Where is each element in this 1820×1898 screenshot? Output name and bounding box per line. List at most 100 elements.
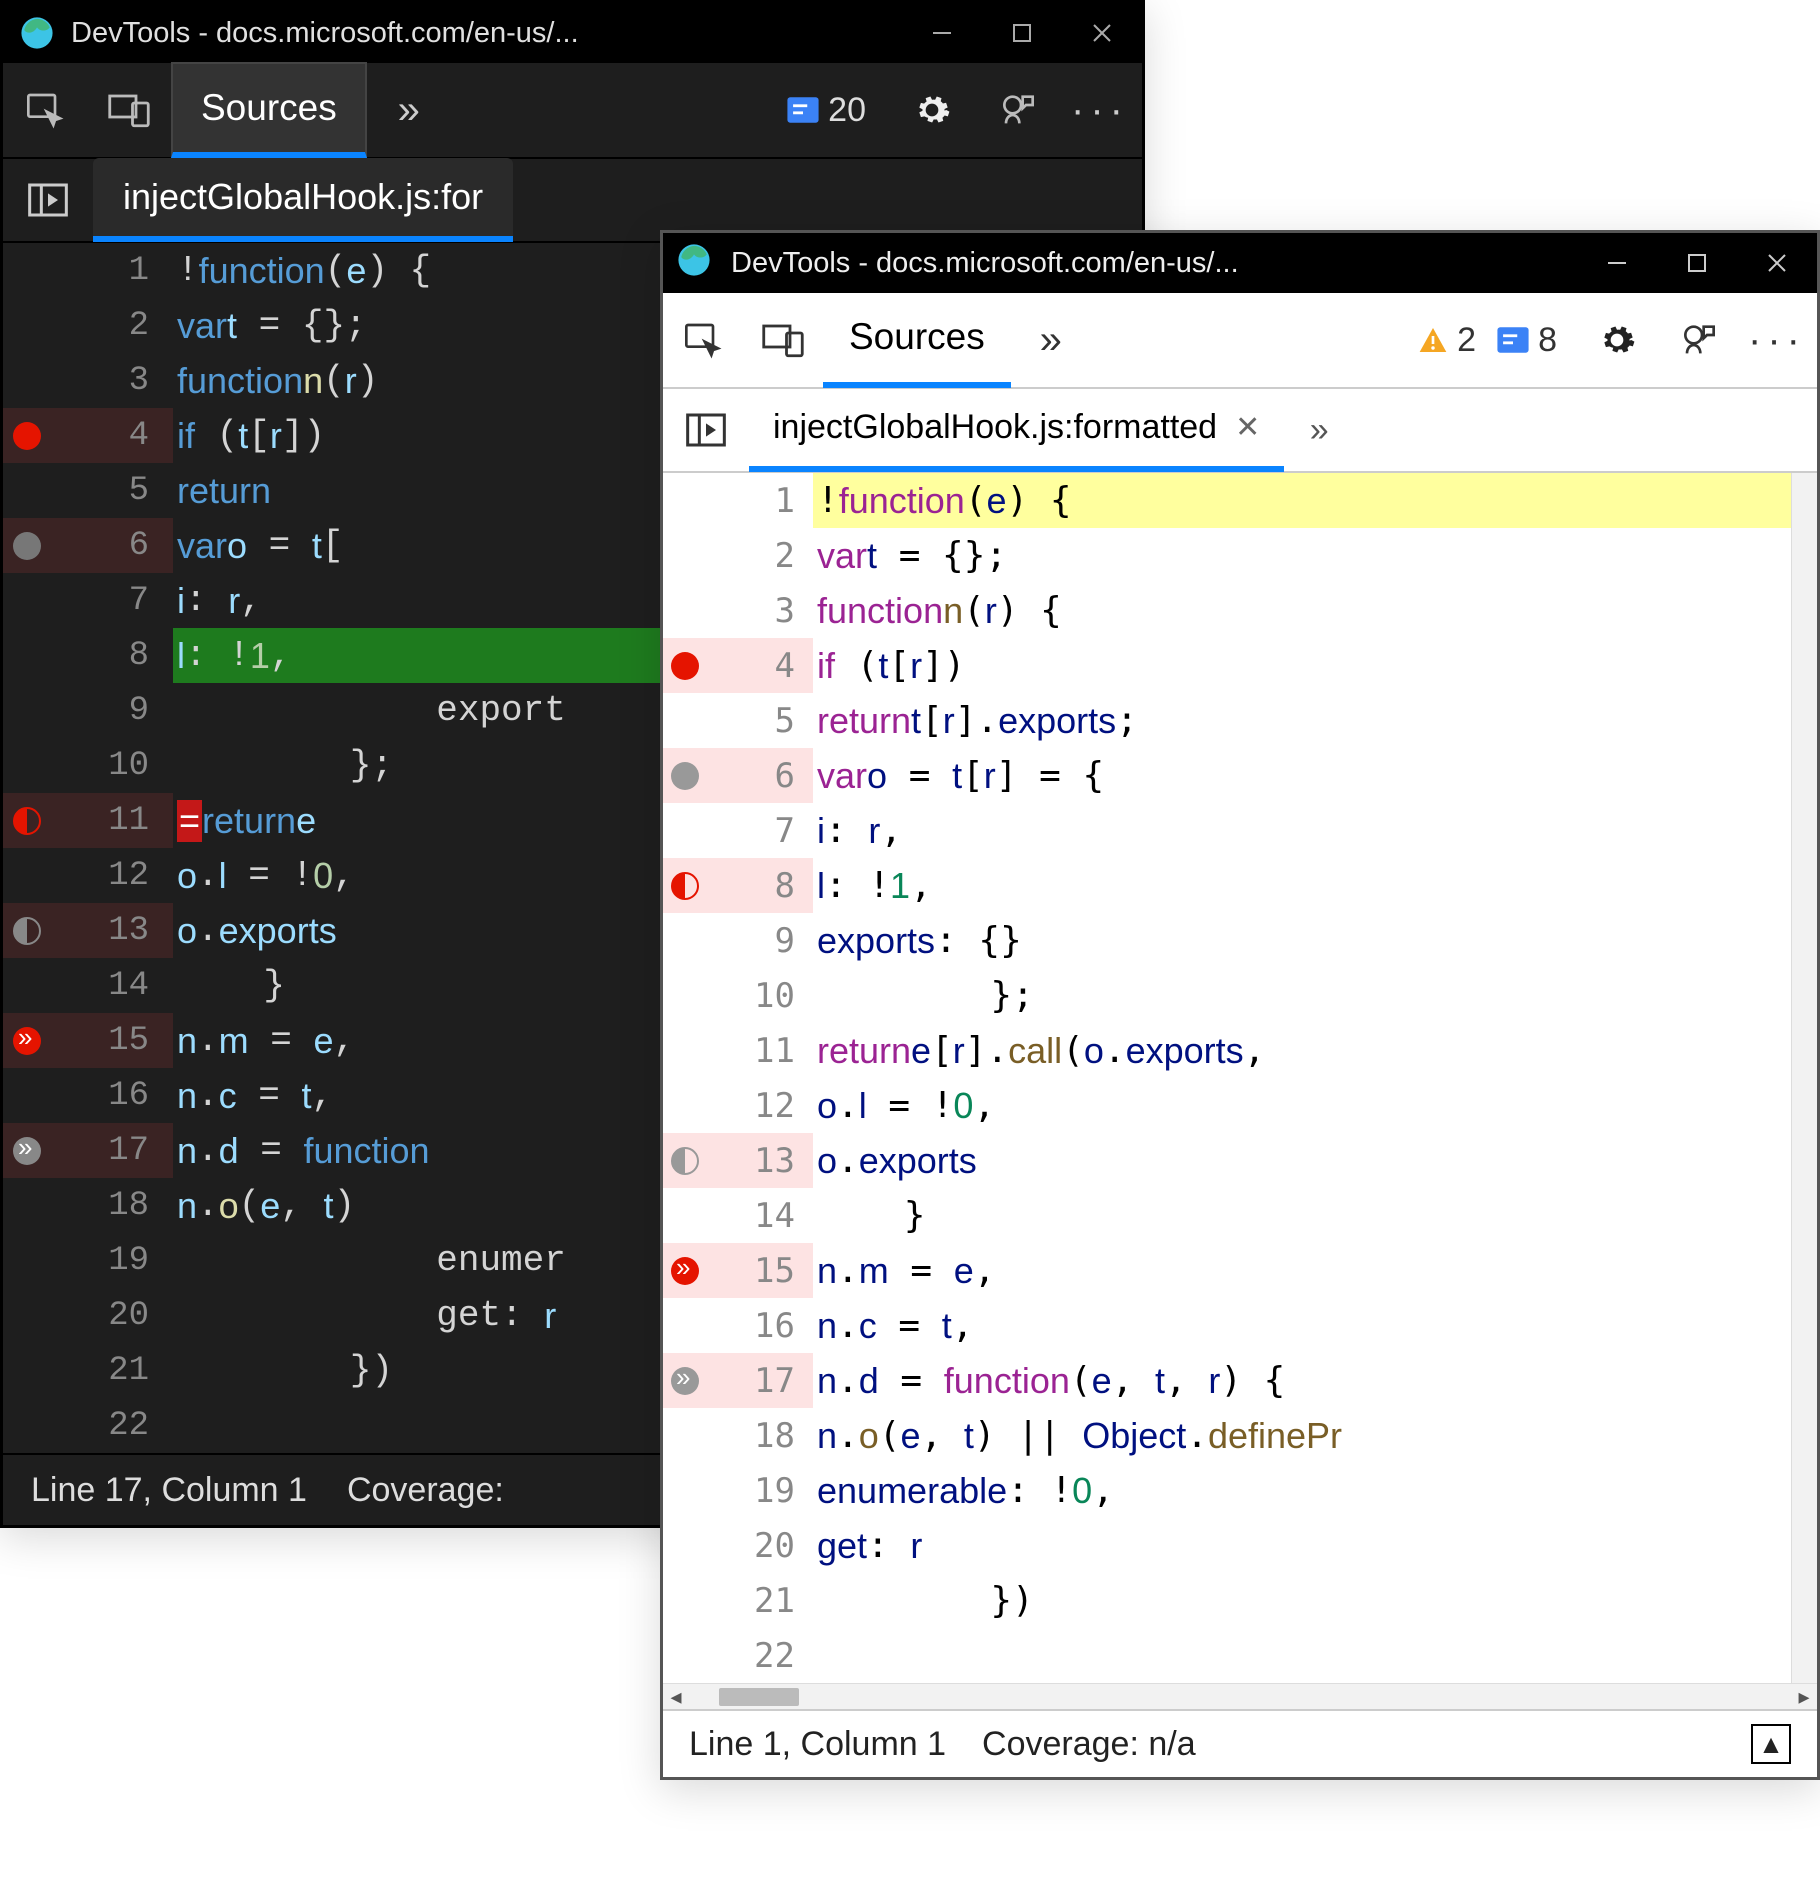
code-line[interactable]: n.c = t,: [813, 1298, 1791, 1353]
sources-tab[interactable]: Sources: [823, 292, 1011, 388]
line-number[interactable]: 14: [3, 958, 173, 1013]
close-button[interactable]: [1737, 233, 1817, 293]
titlebar[interactable]: DevTools - docs.microsoft.com/en-us/...: [3, 3, 1142, 63]
line-number[interactable]: 12: [3, 848, 173, 903]
line-number[interactable]: 18: [663, 1408, 813, 1463]
breakpoint-marker[interactable]: [671, 1147, 699, 1175]
code-line[interactable]: i: r,: [813, 803, 1791, 858]
line-number[interactable]: 5: [3, 463, 173, 518]
code-line[interactable]: o.l = !0,: [813, 1078, 1791, 1133]
line-number[interactable]: 1: [3, 243, 173, 298]
line-number[interactable]: 9: [663, 913, 813, 968]
code-line[interactable]: if (t[r]): [813, 638, 1791, 693]
scroll-right-icon[interactable]: ▸: [1791, 1684, 1817, 1710]
navigator-toggle-icon[interactable]: [3, 158, 93, 242]
breakpoint-marker[interactable]: [13, 532, 41, 560]
code-line[interactable]: l: !1,: [813, 858, 1791, 913]
line-number[interactable]: 2: [3, 298, 173, 353]
code-line[interactable]: n.m = e,: [813, 1243, 1791, 1298]
more-file-tabs-icon[interactable]: »: [1284, 411, 1354, 450]
code-line[interactable]: return t[r].exports;: [813, 693, 1791, 748]
line-number[interactable]: 3: [663, 583, 813, 638]
code-area[interactable]: !function(e) { var t = {}; function n(r)…: [813, 473, 1791, 1683]
line-number[interactable]: 10: [663, 968, 813, 1023]
warnings-counter[interactable]: 2: [1417, 321, 1476, 360]
breakpoint-marker[interactable]: [671, 652, 699, 680]
code-line[interactable]: n.o(e, t) || Object.definePr: [813, 1408, 1791, 1463]
line-number[interactable]: 17: [663, 1353, 813, 1408]
code-line[interactable]: var o = t[r] = {: [813, 748, 1791, 803]
more-tabs-icon[interactable]: »: [1011, 292, 1091, 388]
breakpoint-marker[interactable]: [13, 422, 41, 450]
close-tab-icon[interactable]: ✕: [1235, 410, 1260, 445]
line-number[interactable]: 16: [663, 1298, 813, 1353]
line-gutter[interactable]: 12345678910111213141516171819202122: [3, 243, 173, 1453]
line-number[interactable]: 13: [663, 1133, 813, 1188]
sources-tab[interactable]: Sources: [171, 62, 367, 158]
code-line[interactable]: enumerable: !0,: [813, 1463, 1791, 1518]
breakpoint-marker[interactable]: [671, 1257, 699, 1285]
line-number[interactable]: 19: [663, 1463, 813, 1518]
file-tab[interactable]: injectGlobalHook.js:for: [93, 158, 513, 242]
inspect-element-icon[interactable]: [663, 292, 743, 388]
line-number[interactable]: 2: [663, 528, 813, 583]
line-number[interactable]: 1: [663, 473, 813, 528]
line-number[interactable]: 5: [663, 693, 813, 748]
code-line[interactable]: }: [813, 1188, 1791, 1243]
issues-counter[interactable]: 8: [1496, 321, 1557, 360]
breakpoint-marker[interactable]: [671, 872, 699, 900]
settings-gear-icon[interactable]: [890, 62, 974, 158]
more-tabs-icon[interactable]: »: [367, 62, 451, 158]
line-gutter[interactable]: 12345678910111213141516171819202122: [663, 473, 813, 1683]
navigator-toggle-icon[interactable]: [663, 388, 749, 472]
feedback-icon[interactable]: [974, 62, 1058, 158]
feedback-icon[interactable]: [1657, 292, 1737, 388]
code-line[interactable]: };: [813, 968, 1791, 1023]
line-number[interactable]: 15: [3, 1013, 173, 1068]
code-editor[interactable]: 12345678910111213141516171819202122 !fun…: [663, 473, 1817, 1683]
breakpoint-marker[interactable]: [13, 807, 41, 835]
file-tab[interactable]: injectGlobalHook.js:formatted ✕: [749, 388, 1284, 472]
line-number[interactable]: 11: [663, 1023, 813, 1078]
breakpoint-marker[interactable]: [13, 1027, 41, 1055]
line-number[interactable]: 21: [3, 1343, 173, 1398]
horizontal-scrollbar[interactable]: ◂ ▸: [663, 1683, 1817, 1709]
line-number[interactable]: 8: [3, 628, 173, 683]
breakpoint-marker[interactable]: [671, 762, 699, 790]
device-toolbar-icon[interactable]: [743, 292, 823, 388]
code-line[interactable]: var t = {};: [813, 528, 1791, 583]
line-number[interactable]: 7: [663, 803, 813, 858]
inspect-element-icon[interactable]: [3, 62, 87, 158]
maximize-button[interactable]: [982, 3, 1062, 63]
settings-gear-icon[interactable]: [1577, 292, 1657, 388]
minimize-button[interactable]: [902, 3, 982, 63]
line-number[interactable]: 18: [3, 1178, 173, 1233]
drawer-toggle-icon[interactable]: ▲: [1751, 1724, 1791, 1764]
line-number[interactable]: 19: [3, 1233, 173, 1288]
line-number[interactable]: 11: [3, 793, 173, 848]
minimize-button[interactable]: [1577, 233, 1657, 293]
line-number[interactable]: 21: [663, 1573, 813, 1628]
line-number[interactable]: 17: [3, 1123, 173, 1178]
code-line[interactable]: [813, 1628, 1791, 1683]
breakpoint-marker[interactable]: [671, 1367, 699, 1395]
device-toolbar-icon[interactable]: [87, 62, 171, 158]
code-line[interactable]: o.exports: [813, 1133, 1791, 1188]
line-number[interactable]: 12: [663, 1078, 813, 1133]
code-line[interactable]: exports: {}: [813, 913, 1791, 968]
line-number[interactable]: 22: [663, 1628, 813, 1683]
line-number[interactable]: 13: [3, 903, 173, 958]
maximize-button[interactable]: [1657, 233, 1737, 293]
line-number[interactable]: 14: [663, 1188, 813, 1243]
code-line[interactable]: }): [813, 1573, 1791, 1628]
line-number[interactable]: 10: [3, 738, 173, 793]
line-number[interactable]: 3: [3, 353, 173, 408]
code-line[interactable]: get: r: [813, 1518, 1791, 1573]
code-line[interactable]: function n(r) {: [813, 583, 1791, 638]
line-number[interactable]: 20: [3, 1288, 173, 1343]
line-number[interactable]: 4: [3, 408, 173, 463]
line-number[interactable]: 7: [3, 573, 173, 628]
line-number[interactable]: 6: [3, 518, 173, 573]
line-number[interactable]: 9: [3, 683, 173, 738]
titlebar[interactable]: DevTools - docs.microsoft.com/en-us/...: [663, 233, 1817, 293]
